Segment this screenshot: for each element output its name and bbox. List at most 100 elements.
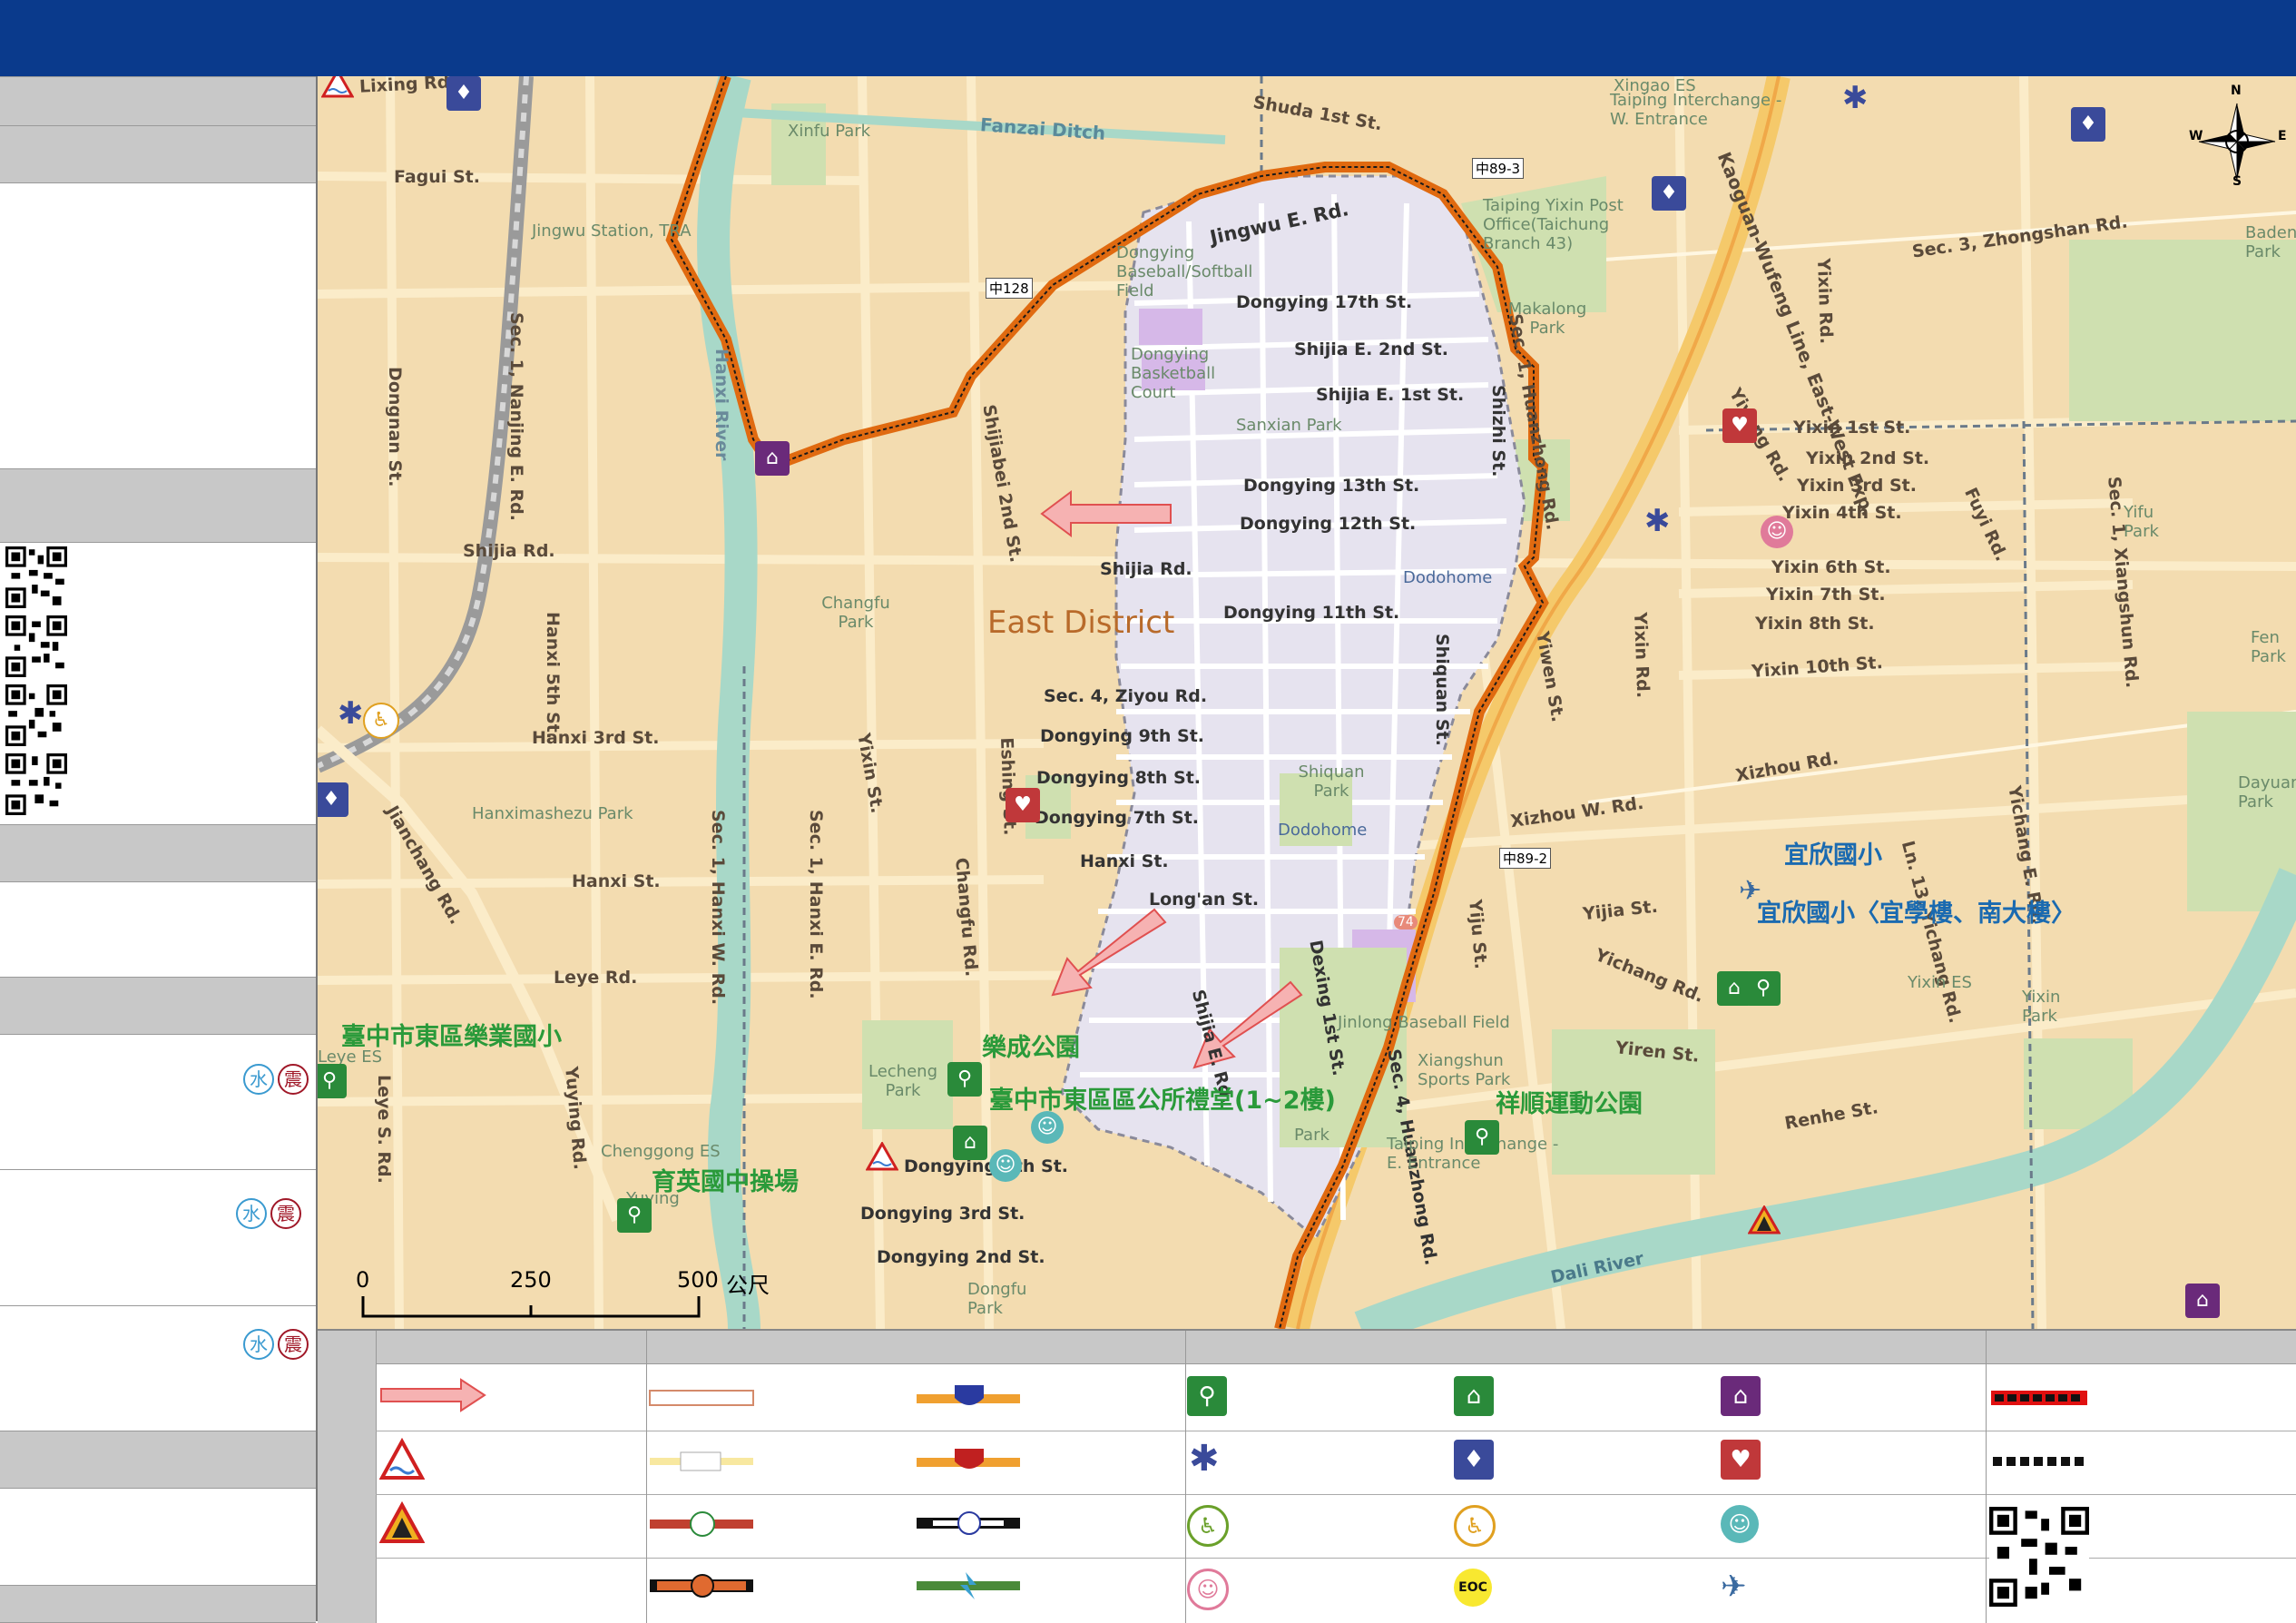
district-boundary-icon: [1991, 1391, 2087, 1405]
place-label: Dongfu Park: [967, 1280, 1027, 1318]
qr-code-3[interactable]: [5, 684, 67, 746]
fire-station-icon[interactable]: ⌂: [2185, 1284, 2220, 1318]
shelter-outdoor-icon[interactable]: ⚲: [1746, 971, 1781, 1006]
place-label: Xingao ES: [1614, 76, 1696, 95]
place-label: Dodohome: [1278, 821, 1368, 840]
street-label: Hanxi 5th St.: [543, 612, 563, 740]
river-label: Hanxi River: [711, 349, 731, 461]
place-label: Dongying Baseball/Softball Field: [1116, 243, 1253, 300]
qr-code-1[interactable]: [5, 546, 67, 608]
social-welfare-icon[interactable]: ♥: [1006, 788, 1040, 822]
legend-header: [318, 1331, 2296, 1364]
district-label: East District: [987, 605, 1175, 641]
shelter-label-lecheng[interactable]: 樂成公園: [982, 1028, 1080, 1063]
place-label: Changfu Park: [821, 594, 890, 632]
legend-column-divider: [646, 1363, 647, 1623]
shelter-label-yuying[interactable]: 育英國中操場: [652, 1162, 799, 1197]
legend-side-band: [318, 1331, 377, 1623]
road-sign-icon: [649, 1390, 754, 1406]
street-label: Yixin 7th St.: [1766, 585, 1886, 605]
medical-icon[interactable]: ✱: [1842, 80, 1869, 116]
legend-column-divider: [1185, 1363, 1186, 1623]
place-label: Badeng Park: [2245, 223, 2296, 261]
legend-column-divider: [1185, 1331, 1186, 1363]
sidebar-band-title: [0, 76, 316, 127]
landslide-warning-icon[interactable]: [1748, 1205, 1781, 1234]
county-road-icon: [650, 1511, 753, 1537]
street-label: Yixin Rd.: [1630, 612, 1653, 699]
place-label: Makalong Park: [1507, 300, 1587, 338]
infant-icon[interactable]: ☺: [1031, 1111, 1064, 1144]
scenic-road-icon: [650, 1451, 753, 1471]
place-label: Yixin ES: [1908, 973, 1972, 992]
shelter-indoor-icon[interactable]: ⌂: [953, 1126, 987, 1160]
shelter-label-yixin[interactable]: 宜欣國小: [1784, 835, 1882, 871]
shelter-outdoor-icon[interactable]: ⚲: [1465, 1120, 1499, 1155]
shelter-label-xiangshun[interactable]: 祥順運動公園: [1496, 1084, 1643, 1119]
fire-station-icon[interactable]: ⌂: [755, 441, 790, 476]
shelter-label-yixin-bldg[interactable]: 宜欣國小〈宜學樓、南大樓〉: [1757, 893, 2075, 929]
highway-shield-icon: [917, 1385, 1020, 1405]
police-icon: ♦: [1454, 1440, 1494, 1480]
place-label: Dongying Basketball Court: [1131, 345, 1216, 402]
flood-warning-icon[interactable]: [321, 76, 354, 98]
compass-rose: [2198, 103, 2276, 181]
street-label: Shizhi St.: [1488, 385, 1508, 477]
sidebar-divider: [0, 1169, 316, 1170]
shelter-outdoor-icon: ⚲: [1187, 1376, 1227, 1416]
shelter-outdoor-icon[interactable]: ⚲: [318, 1064, 347, 1098]
place-label: Hanximashezu Park: [472, 804, 633, 823]
medical-icon[interactable]: ✱: [338, 695, 364, 732]
map-legend: ⚲ ✱ ♿ ☺ ⌂ ♦ ♿ EOC ⌂ ♥ ☺ ✈: [318, 1329, 2296, 1623]
earthquake-shelter-icon: 震: [278, 1329, 309, 1360]
legend-column-divider: [376, 1331, 377, 1363]
legend-column-divider: [1986, 1331, 1987, 1363]
header-bar: [0, 0, 2296, 76]
street-label: Dongying 8th St.: [1036, 768, 1202, 788]
shelter-indoor-icon: ⌂: [1454, 1376, 1494, 1416]
infant-icon: ☺: [1721, 1505, 1759, 1543]
flood-warning-icon[interactable]: [866, 1142, 898, 1171]
qr-code-4[interactable]: [5, 753, 67, 815]
high-speed-rail-icon: [917, 1572, 1020, 1599]
legend-qr-code[interactable]: [1989, 1507, 2089, 1607]
compass-west: W: [2189, 129, 2203, 143]
nursery-icon: ☺: [1187, 1569, 1229, 1610]
police-icon[interactable]: ♦: [446, 76, 481, 111]
shelter-outdoor-icon[interactable]: ⚲: [617, 1198, 652, 1233]
sidebar-divider: [0, 1305, 316, 1306]
street-label: Dongying 2nd St.: [877, 1247, 1045, 1267]
police-icon[interactable]: ♦: [1652, 176, 1686, 211]
map-canvas[interactable]: N S E W 0 250 500 公尺 East District Lixin…: [318, 76, 2296, 1329]
sidebar-band-section-2: [0, 468, 316, 543]
street-label: Yixin 1st St.: [1793, 418, 1911, 438]
street-label: Dongying 5th St.: [904, 1156, 1069, 1176]
infant-icon[interactable]: ☺: [989, 1149, 1022, 1182]
legend-column-divider: [646, 1331, 647, 1363]
shelter-outdoor-icon[interactable]: ⚲: [947, 1062, 982, 1097]
sidebar-band-section-3: [0, 824, 316, 882]
place-label: Dayuan Park: [2238, 773, 2296, 812]
medical-icon[interactable]: ✱: [1644, 503, 1671, 539]
street-label: Sec. 1, Hanxi W. Rd.: [708, 810, 728, 1006]
street-label: Shijia E. 1st St.: [1316, 385, 1465, 405]
route-shield: 74: [1394, 915, 1418, 930]
helicopter-icon: ✈: [1721, 1569, 1747, 1605]
police-icon[interactable]: ♦: [2071, 107, 2105, 142]
social-welfare-icon[interactable]: ♥: [1722, 408, 1757, 443]
qr-code-2[interactable]: [5, 615, 67, 677]
elderly-icon[interactable]: ♿: [363, 703, 399, 739]
scale-label-mid: 250: [510, 1267, 552, 1293]
street-label: Sec. 4, Ziyou Rd.: [1044, 686, 1208, 706]
street-label: Shiquan St.: [1432, 634, 1452, 746]
helicopter-icon[interactable]: ✈: [1739, 875, 1761, 907]
shelter-type-icons: 水 震: [243, 1329, 309, 1360]
place-label: Taiping Interchange - W. Entrance: [1610, 91, 1782, 129]
legend-column-divider: [1986, 1363, 1987, 1623]
nursery-icon[interactable]: ☺: [1761, 516, 1793, 548]
shelter-label-leye[interactable]: 臺中市東區樂業國小: [341, 1017, 562, 1052]
street-label: Shijia Rd.: [1100, 559, 1192, 579]
shelter-label-district-hall[interactable]: 臺中市東區區公所禮堂(1~2樓): [989, 1080, 1336, 1116]
police-icon[interactable]: ♦: [318, 782, 348, 817]
evacuation-arrow-icon: [380, 1378, 486, 1412]
